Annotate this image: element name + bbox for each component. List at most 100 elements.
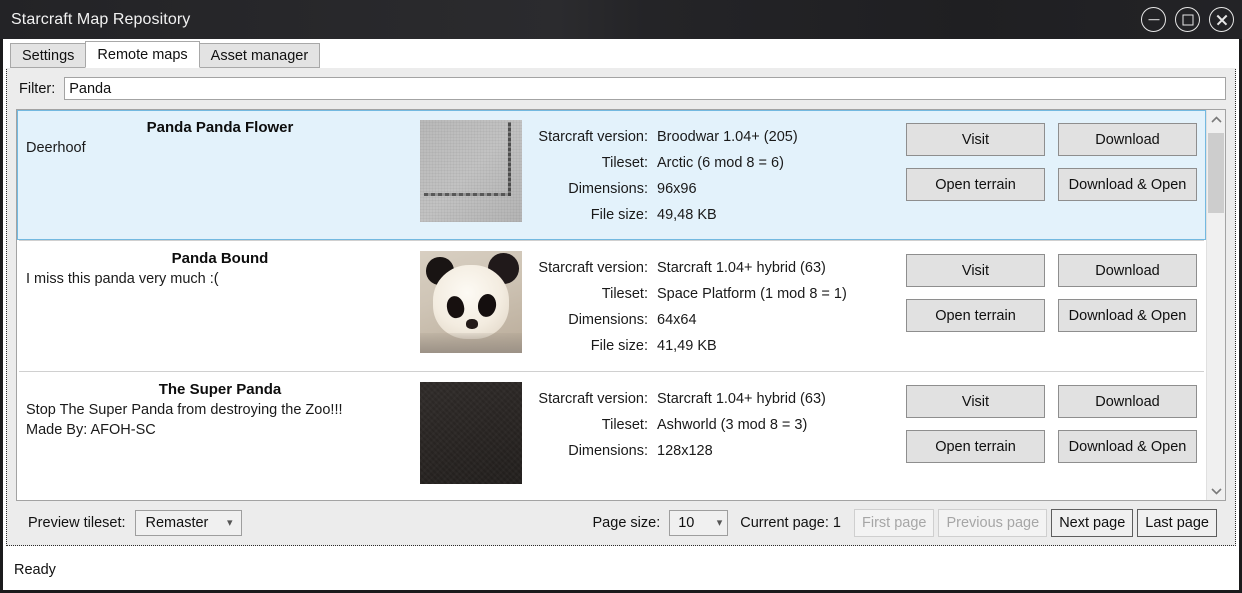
map-description-line2: Made By: AFOH-SC bbox=[26, 421, 156, 438]
metadata-tileset-label: Tileset: bbox=[601, 286, 648, 302]
metadata-tileset-value: Ashworld (3 mod 8 = 3) bbox=[657, 417, 808, 433]
client-area: Settings Remote maps Asset manager Filte… bbox=[3, 39, 1239, 590]
download-button[interactable]: Download bbox=[1058, 254, 1197, 287]
previous-page-button[interactable]: Previous page bbox=[938, 509, 1048, 537]
visit-button[interactable]: Visit bbox=[906, 254, 1045, 287]
metadata-tileset-value: Space Platform (1 mod 8 = 1) bbox=[657, 286, 847, 302]
map-info: Panda Bound I miss this panda very much … bbox=[24, 248, 416, 290]
metadata-tileset-label: Tileset: bbox=[601, 417, 648, 433]
metadata-tileset-row: Tileset: Arctic (6 mod 8 = 6) bbox=[526, 150, 886, 176]
map-metadata: Starcraft version: Broodwar 1.04+ (205) … bbox=[526, 117, 886, 228]
map-metadata: Starcraft version: Starcraft 1.04+ hybri… bbox=[526, 379, 886, 464]
scroll-down-icon[interactable] bbox=[1207, 481, 1225, 500]
last-page-button[interactable]: Last page bbox=[1137, 509, 1217, 537]
first-page-button[interactable]: First page bbox=[854, 509, 935, 537]
filter-label: Filter: bbox=[19, 80, 56, 97]
terrain-dark-thumbnail bbox=[420, 382, 522, 484]
visit-button[interactable]: Visit bbox=[906, 123, 1045, 156]
map-actions: Visit Download Open terrain Download & O… bbox=[886, 379, 1197, 463]
metadata-filesize-value: 41,49 KB bbox=[657, 338, 717, 354]
next-page-button[interactable]: Next page bbox=[1051, 509, 1134, 537]
window-title: Starcraft Map Repository bbox=[11, 10, 191, 28]
metadata-version-row: Starcraft version: Starcraft 1.04+ hybri… bbox=[526, 255, 886, 281]
map-list-viewport: Panda Panda Flower Deerhoof Starcraft ve… bbox=[17, 110, 1206, 500]
panda-photo-thumbnail bbox=[420, 251, 522, 353]
metadata-filesize-value: 49,48 KB bbox=[657, 207, 717, 223]
map-list: Panda Panda Flower Deerhoof Starcraft ve… bbox=[16, 109, 1226, 501]
metadata-filesize-label: File size: bbox=[590, 207, 648, 223]
map-metadata: Starcraft version: Starcraft 1.04+ hybri… bbox=[526, 248, 886, 359]
metadata-tileset-row: Tileset: Ashworld (3 mod 8 = 3) bbox=[526, 412, 886, 438]
map-title: Panda Panda Flower bbox=[146, 119, 294, 136]
metadata-dimensions-value: 64x64 bbox=[657, 312, 697, 328]
metadata-dimensions-value: 96x96 bbox=[657, 181, 697, 197]
current-page-label: Current page: 1 bbox=[740, 515, 841, 531]
application-window: Starcraft Map Repository Settings Remote… bbox=[0, 0, 1242, 593]
maximize-icon[interactable] bbox=[1175, 7, 1200, 32]
map-actions: Visit Download Open terrain Download & O… bbox=[886, 248, 1197, 332]
tab-page-frame: Filter: Panda Panda Flower Deerhoof bbox=[6, 67, 1236, 546]
map-thumbnail-cell bbox=[416, 248, 526, 353]
status-text: Ready bbox=[14, 562, 56, 578]
map-thumbnail-cell bbox=[416, 379, 526, 484]
page-size-select[interactable]: 10 ▾ bbox=[669, 510, 729, 536]
filter-input[interactable] bbox=[64, 77, 1226, 100]
download-button[interactable]: Download bbox=[1058, 123, 1197, 156]
title-bar: Starcraft Map Repository bbox=[0, 0, 1242, 39]
metadata-filesize-label: File size: bbox=[590, 338, 648, 354]
remote-maps-page: Filter: Panda Panda Flower Deerhoof bbox=[7, 68, 1235, 545]
map-description: Stop The Super Panda from destroying the… bbox=[26, 402, 343, 418]
metadata-dimensions-value: 128x128 bbox=[657, 443, 713, 459]
preview-tileset-select[interactable]: Remaster ▾ bbox=[134, 510, 242, 536]
metadata-version-label: Starcraft version: bbox=[538, 129, 648, 145]
map-description: Deerhoof bbox=[26, 140, 86, 156]
filter-row: Filter: bbox=[16, 77, 1226, 100]
metadata-dimensions-label: Dimensions: bbox=[568, 181, 648, 197]
open-terrain-button[interactable]: Open terrain bbox=[906, 168, 1045, 201]
close-icon[interactable] bbox=[1209, 7, 1234, 32]
download-and-open-button[interactable]: Download & Open bbox=[1058, 168, 1197, 201]
open-terrain-button[interactable]: Open terrain bbox=[906, 299, 1045, 332]
map-title: The Super Panda bbox=[158, 381, 282, 398]
map-thumbnail-cell bbox=[416, 117, 526, 222]
metadata-dimensions-row: Dimensions: 64x64 bbox=[526, 307, 886, 333]
vertical-scrollbar[interactable] bbox=[1206, 110, 1225, 500]
terrain-grey-thumbnail bbox=[420, 120, 522, 222]
map-description: I miss this panda very much :( bbox=[26, 271, 219, 287]
metadata-version-value: Broodwar 1.04+ (205) bbox=[657, 129, 798, 145]
table-row[interactable]: The Super Panda Stop The Super Panda fro… bbox=[17, 372, 1206, 500]
map-info: Panda Panda Flower Deerhoof bbox=[24, 117, 416, 159]
table-row[interactable]: Panda Bound I miss this panda very much … bbox=[17, 241, 1206, 371]
scrollbar-track[interactable] bbox=[1207, 129, 1225, 481]
map-info: The Super Panda Stop The Super Panda fro… bbox=[24, 379, 416, 440]
page-size-value: 10 bbox=[678, 515, 695, 531]
download-and-open-button[interactable]: Download & Open bbox=[1058, 299, 1197, 332]
tab-asset-manager[interactable]: Asset manager bbox=[198, 43, 321, 68]
minimize-icon[interactable] bbox=[1141, 7, 1166, 32]
metadata-filesize-row: File size: 41,49 KB bbox=[526, 333, 886, 359]
window-controls bbox=[1141, 0, 1234, 39]
metadata-version-value: Starcraft 1.04+ hybrid (63) bbox=[657, 260, 826, 276]
tab-settings[interactable]: Settings bbox=[10, 43, 87, 68]
status-bar: Ready bbox=[3, 549, 1239, 590]
scroll-up-icon[interactable] bbox=[1207, 110, 1225, 129]
page-size-label: Page size: bbox=[592, 515, 661, 531]
metadata-version-row: Starcraft version: Broodwar 1.04+ (205) bbox=[526, 124, 886, 150]
metadata-dimensions-row: Dimensions: 128x128 bbox=[526, 438, 886, 464]
metadata-tileset-label: Tileset: bbox=[601, 155, 648, 171]
metadata-tileset-value: Arctic (6 mod 8 = 6) bbox=[657, 155, 784, 171]
open-terrain-button[interactable]: Open terrain bbox=[906, 430, 1045, 463]
tab-remote-maps[interactable]: Remote maps bbox=[85, 41, 200, 68]
map-title: Panda Bound bbox=[171, 250, 269, 267]
tab-strip: Settings Remote maps Asset manager bbox=[3, 39, 1239, 68]
visit-button[interactable]: Visit bbox=[906, 385, 1045, 418]
metadata-version-value: Starcraft 1.04+ hybrid (63) bbox=[657, 391, 826, 407]
scrollbar-thumb[interactable] bbox=[1208, 133, 1224, 213]
preview-tileset-label: Preview tileset: bbox=[28, 515, 126, 531]
metadata-version-row: Starcraft version: Starcraft 1.04+ hybri… bbox=[526, 386, 886, 412]
download-button[interactable]: Download bbox=[1058, 385, 1197, 418]
metadata-filesize-row: File size: 49,48 KB bbox=[526, 202, 886, 228]
table-row[interactable]: Panda Panda Flower Deerhoof Starcraft ve… bbox=[17, 110, 1206, 240]
download-and-open-button[interactable]: Download & Open bbox=[1058, 430, 1197, 463]
metadata-dimensions-label: Dimensions: bbox=[568, 312, 648, 328]
